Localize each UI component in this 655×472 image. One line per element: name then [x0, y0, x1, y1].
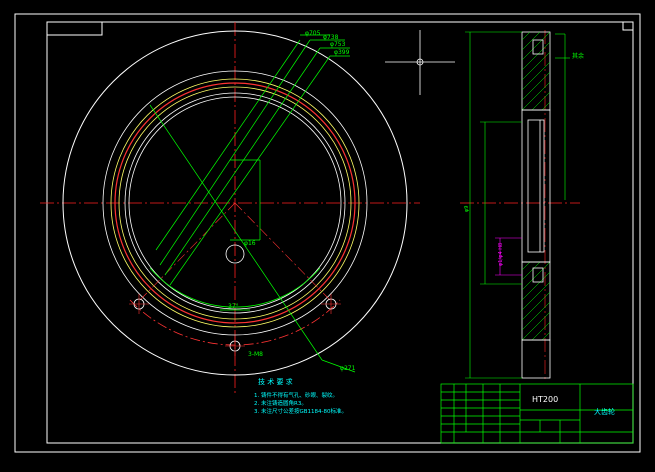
- side-dimension-lines: [465, 31, 570, 379]
- dim-d3: φ753: [330, 41, 346, 48]
- dim-d-out: φ271: [340, 365, 356, 372]
- part-name-label: 大齿轮: [594, 407, 615, 416]
- tech-req-item-3: 3. 未注尺寸公差按GB1184-80标准。: [254, 407, 347, 415]
- side-dim-bore: φ1/φ4 H8: [498, 243, 504, 266]
- cad-drawing-canvas[interactable]: φ705 φ738 φ753 φ399 φ16 37° 3-M8 φ271 其余…: [0, 0, 655, 468]
- dim-angle: 37°: [228, 303, 239, 310]
- dim-small-hole: φ16: [244, 240, 256, 247]
- material-label: HT200: [532, 395, 558, 404]
- tech-req-title: 技 术 要 求: [258, 377, 293, 386]
- bolt-radial-right: [234, 202, 331, 301]
- outer-frame: [14, 13, 641, 453]
- corner-tab-right: [622, 22, 633, 31]
- finish-symbol: 其余: [572, 52, 584, 60]
- tech-req-item-1: 1. 铸件不得有气孔、砂眼、裂纹。: [254, 391, 338, 399]
- cad-drawing-svg[interactable]: φ705 φ738 φ753 φ399 φ16 37° 3-M8 φ271 其余…: [0, 0, 655, 468]
- corner-tab: [47, 22, 103, 36]
- tech-req-item-2: 2. 未注铸造圆角R3。: [254, 399, 307, 407]
- dim-d2: φ738: [323, 34, 339, 41]
- dim-d4: φ399: [334, 49, 350, 56]
- side-hatch-bottom: [521, 261, 551, 341]
- dim-holes: 3-M8: [248, 351, 263, 358]
- side-web: [521, 109, 551, 379]
- side-dim-overall: φ9: [464, 206, 470, 212]
- dim-d1: φ705: [305, 30, 321, 37]
- view-marker: [385, 30, 455, 95]
- side-hatch-top: [521, 31, 551, 111]
- bolt-radial-left: [139, 202, 236, 301]
- side-bolt-holes: [532, 39, 544, 283]
